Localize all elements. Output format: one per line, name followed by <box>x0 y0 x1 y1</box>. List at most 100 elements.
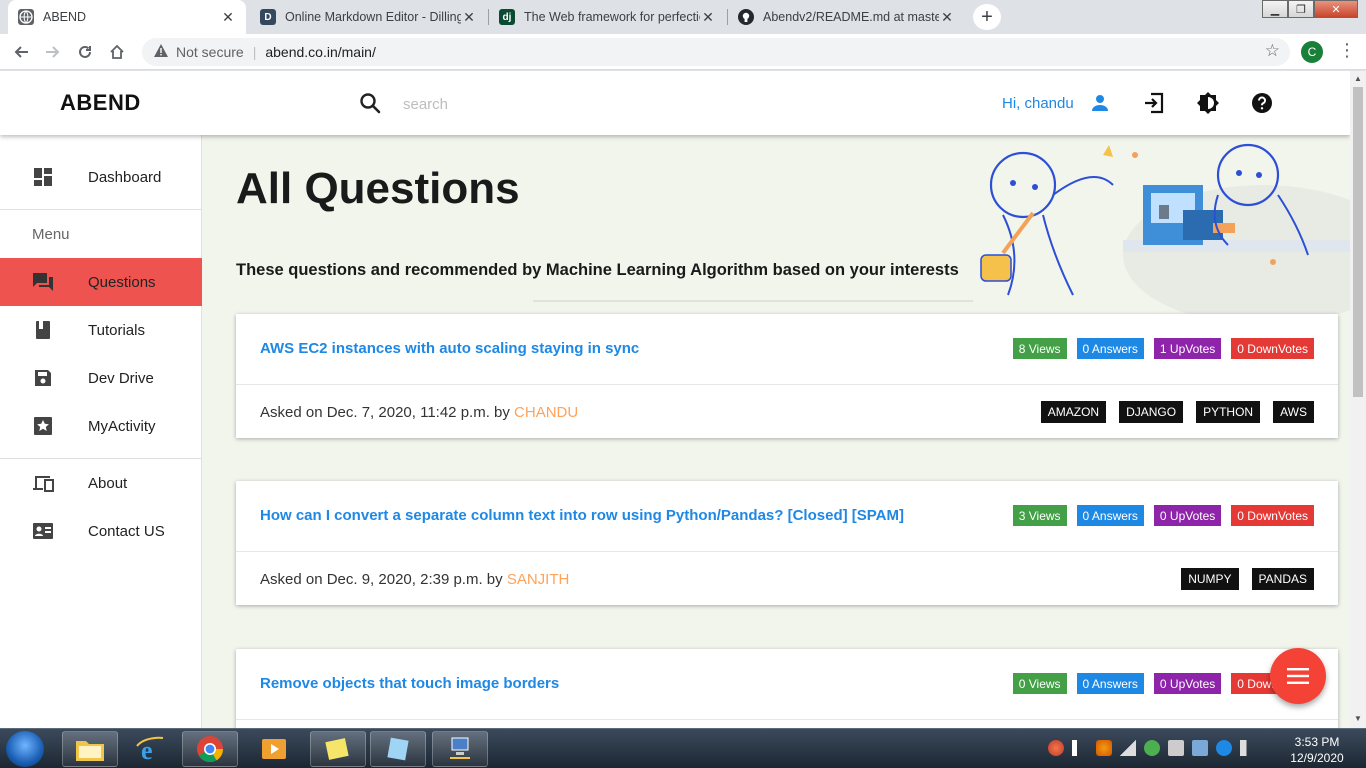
tag-chip[interactable]: AMAZON <box>1040 401 1107 423</box>
sidebar-item-dashboard[interactable]: Dashboard <box>0 153 202 201</box>
taskbar-ie[interactable]: e <box>122 731 178 767</box>
sidebar-item-dev-drive[interactable]: Dev Drive <box>0 354 202 402</box>
network-signal-icon[interactable] <box>1120 740 1136 756</box>
folder-icon <box>76 741 104 761</box>
answers-badge: 0 Answers <box>1076 505 1144 526</box>
tag-chip[interactable]: PYTHON <box>1196 401 1261 423</box>
utorrent-icon[interactable] <box>1144 740 1160 756</box>
sidebar-item-label: Dev Drive <box>88 369 154 387</box>
question-title-link[interactable]: How can I convert a separate column text… <box>260 507 904 524</box>
page-scrollbar[interactable]: ▲ ▼ <box>1350 71 1366 728</box>
notepad-icon <box>387 737 409 761</box>
main-content: All Questions These questions and recomm… <box>203 135 1350 728</box>
omnibox-divider: | <box>252 44 257 60</box>
action-center-flag-icon[interactable] <box>1072 740 1088 756</box>
windows-taskbar: e 3:53 PM 12/9/2020 <box>0 728 1366 768</box>
taskbar-sticky-notes[interactable] <box>310 731 366 767</box>
sidebar-item-about[interactable]: About <box>0 459 202 507</box>
address-bar[interactable]: Not secure | abend.co.in/main/ ☆ <box>142 38 1290 66</box>
help-icon[interactable] <box>1250 91 1274 115</box>
close-tab-icon[interactable]: ✕ <box>220 9 236 26</box>
profile-avatar[interactable]: C <box>1301 41 1323 63</box>
sidebar-item-label: Questions <box>88 273 156 291</box>
scroll-down-arrow-icon[interactable]: ▼ <box>1354 714 1362 723</box>
tag-chip[interactable]: AWS <box>1273 401 1314 423</box>
upvotes-badge: 1 UpVotes <box>1153 338 1222 359</box>
tray-device-icon[interactable] <box>1168 740 1184 756</box>
card-divider <box>236 719 1338 720</box>
sidebar-menu-heading: Menu <box>32 226 70 243</box>
tray-app-icon[interactable] <box>1048 740 1064 756</box>
close-tab-icon[interactable]: ✕ <box>700 9 716 26</box>
tab-markdown-editor[interactable]: D Online Markdown Editor - Dilling ✕ <box>250 0 487 34</box>
tag-chip[interactable]: DJANGO <box>1119 401 1184 423</box>
site-header: ABEND Hi, chandu <box>0 71 1350 135</box>
views-badge: 0 Views <box>1012 673 1067 694</box>
sidebar-item-tutorials[interactable]: Tutorials <box>0 306 202 354</box>
bookmark-star-icon[interactable]: ☆ <box>1265 41 1280 61</box>
tray-tool-icon[interactable] <box>1096 740 1112 756</box>
contact-card-icon <box>33 523 53 539</box>
close-tab-icon[interactable]: ✕ <box>461 9 477 26</box>
security-label[interactable]: Not secure <box>176 44 244 60</box>
taskbar-chrome[interactable] <box>182 731 238 767</box>
tag-chip[interactable]: PANDAS <box>1251 568 1314 590</box>
new-tab-button[interactable]: + <box>973 4 1001 30</box>
warning-icon[interactable] <box>154 44 168 60</box>
scroll-up-arrow-icon[interactable]: ▲ <box>1354 74 1362 83</box>
volume-icon[interactable] <box>1240 740 1256 756</box>
search-icon[interactable] <box>359 92 381 114</box>
back-arrow-icon[interactable] <box>9 40 33 64</box>
browser-tab-strip: ABEND ✕ D Online Markdown Editor - Dilli… <box>0 0 1366 34</box>
browser-menu-icon[interactable]: ⋮ <box>1338 40 1356 61</box>
sidebar-item-questions[interactable]: Questions <box>0 258 202 306</box>
menu-fab-button[interactable] <box>1270 648 1326 704</box>
hamburger-menu-icon <box>1287 668 1309 684</box>
sidebar-item-contact-us[interactable]: Contact US <box>0 507 202 555</box>
globe-icon <box>18 9 34 25</box>
page-subtitle: These questions and recommended by Machi… <box>236 261 959 279</box>
site-brand[interactable]: ABEND <box>60 90 141 116</box>
taskbar-clock[interactable]: 3:53 PM 12/9/2020 <box>1284 734 1350 766</box>
forward-arrow-icon[interactable] <box>41 40 65 64</box>
tab-github-readme[interactable]: Abendv2/README.md at master ✕ <box>728 0 965 34</box>
search-input[interactable] <box>392 91 712 117</box>
home-icon[interactable] <box>105 40 129 64</box>
tab-abend[interactable]: ABEND ✕ <box>8 0 246 34</box>
theme-toggle-icon[interactable] <box>1196 91 1220 115</box>
question-title-link[interactable]: Remove objects that touch image borders <box>260 675 559 692</box>
close-tab-icon[interactable]: ✕ <box>939 9 955 26</box>
coding-mascots-illustration <box>980 143 1350 325</box>
downvotes-badge: 0 DownVotes <box>1231 338 1314 359</box>
logout-icon[interactable] <box>1142 91 1166 115</box>
question-title-link[interactable]: AWS EC2 instances with auto scaling stay… <box>260 340 639 357</box>
minimize-button[interactable]: ▁ <box>1262 0 1288 18</box>
window-close-button[interactable]: ✕ <box>1314 0 1358 18</box>
taskbar-notepad[interactable] <box>370 731 426 767</box>
answers-badge: 0 Answers <box>1076 673 1144 694</box>
start-button[interactable] <box>6 731 44 767</box>
taskbar-remote-desktop[interactable] <box>432 731 488 767</box>
tag-chip[interactable]: NUMPY <box>1181 568 1239 590</box>
taskbar-explorer[interactable] <box>62 731 118 767</box>
author-link[interactable]: CHANDU <box>514 404 578 421</box>
network-computer-icon <box>450 737 470 759</box>
account-icon[interactable] <box>1088 91 1112 115</box>
taskbar-media-player[interactable] <box>246 731 302 767</box>
maximize-button[interactable]: ❐ <box>1288 0 1314 18</box>
tab-title: Abendv2/README.md at master <box>763 10 939 24</box>
url-text[interactable]: abend.co.in/main/ <box>265 44 376 60</box>
tab-title: Online Markdown Editor - Dilling <box>285 10 461 24</box>
question-stats: 8 Views 0 Answers 1 UpVotes 0 DownVotes <box>1012 338 1314 359</box>
card-divider <box>236 551 1338 552</box>
tray-security-icon[interactable] <box>1216 740 1232 756</box>
upvotes-badge: 0 UpVotes <box>1153 673 1222 694</box>
reload-icon[interactable] <box>73 40 97 64</box>
author-link[interactable]: SANJITH <box>507 571 570 588</box>
scrollbar-thumb[interactable] <box>1353 87 1363 397</box>
tab-django[interactable]: dj The Web framework for perfectio ✕ <box>489 0 726 34</box>
answers-badge: 0 Answers <box>1076 338 1144 359</box>
tray-network-icon[interactable] <box>1192 740 1208 756</box>
sidebar-item-myactivity[interactable]: MyActivity <box>0 402 202 450</box>
user-greeting[interactable]: Hi, chandu <box>1002 95 1074 112</box>
